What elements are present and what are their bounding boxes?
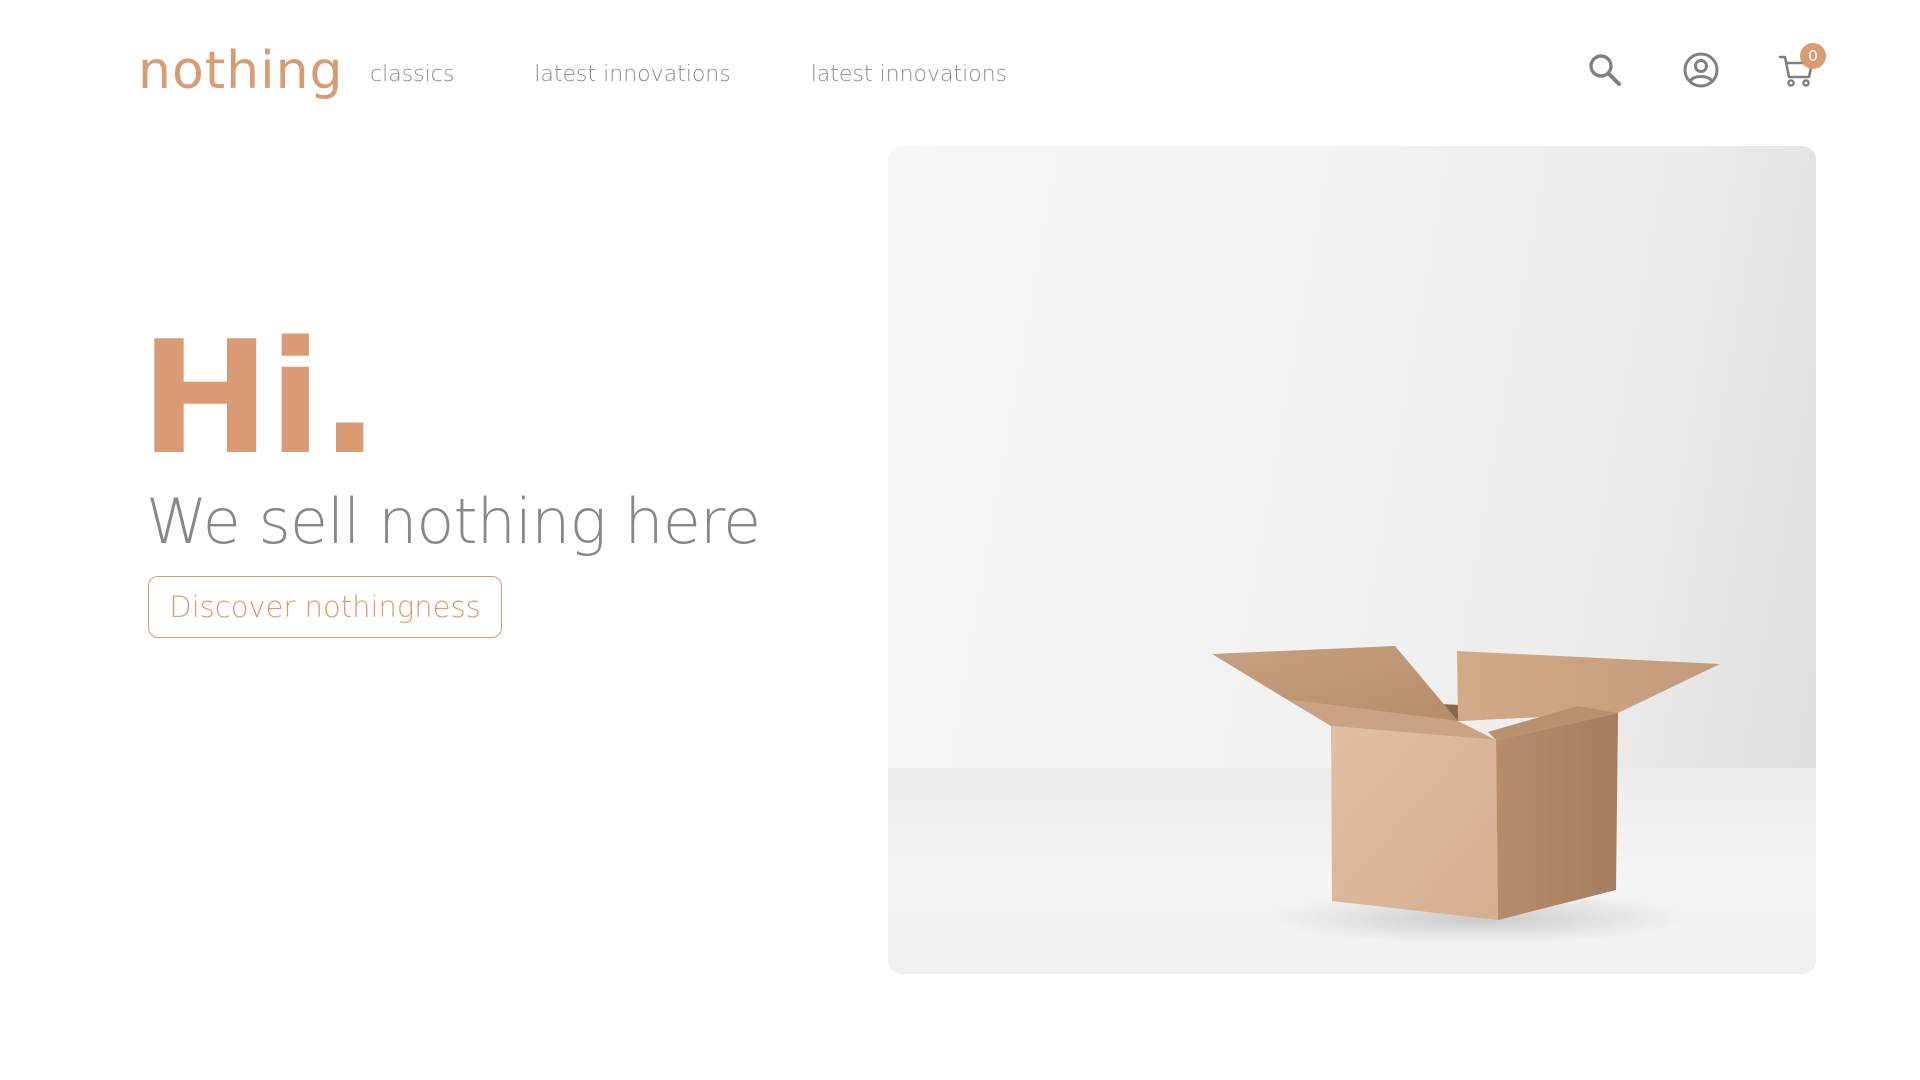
search-button[interactable] <box>1586 50 1624 90</box>
header-actions: 0 <box>1586 43 1826 90</box>
nav-item-classics[interactable]: classics <box>370 60 454 90</box>
hero-image <box>888 146 1816 974</box>
landing-page: nothing classics latest innovations late… <box>0 0 1920 1080</box>
brand-logo[interactable]: nothing <box>138 38 344 104</box>
nav-item-latest-innovations-2[interactable]: latest innovations <box>811 60 1007 90</box>
cart-count-badge: 0 <box>1800 43 1826 69</box>
hero-tagline: We sell nothing here <box>146 485 761 558</box>
cart-button[interactable]: 0 <box>1778 43 1826 90</box>
user-circle-icon <box>1683 52 1719 88</box>
main-nav: classics latest innovations latest innov… <box>370 60 1007 90</box>
hero-greeting: Hi. <box>140 307 379 489</box>
nav-item-latest-innovations[interactable]: latest innovations <box>534 60 730 90</box>
account-button[interactable] <box>1682 50 1720 90</box>
cardboard-box-illustration <box>1212 646 1720 944</box>
search-icon <box>1589 54 1621 86</box>
discover-button[interactable]: Discover nothingness <box>148 576 502 638</box>
